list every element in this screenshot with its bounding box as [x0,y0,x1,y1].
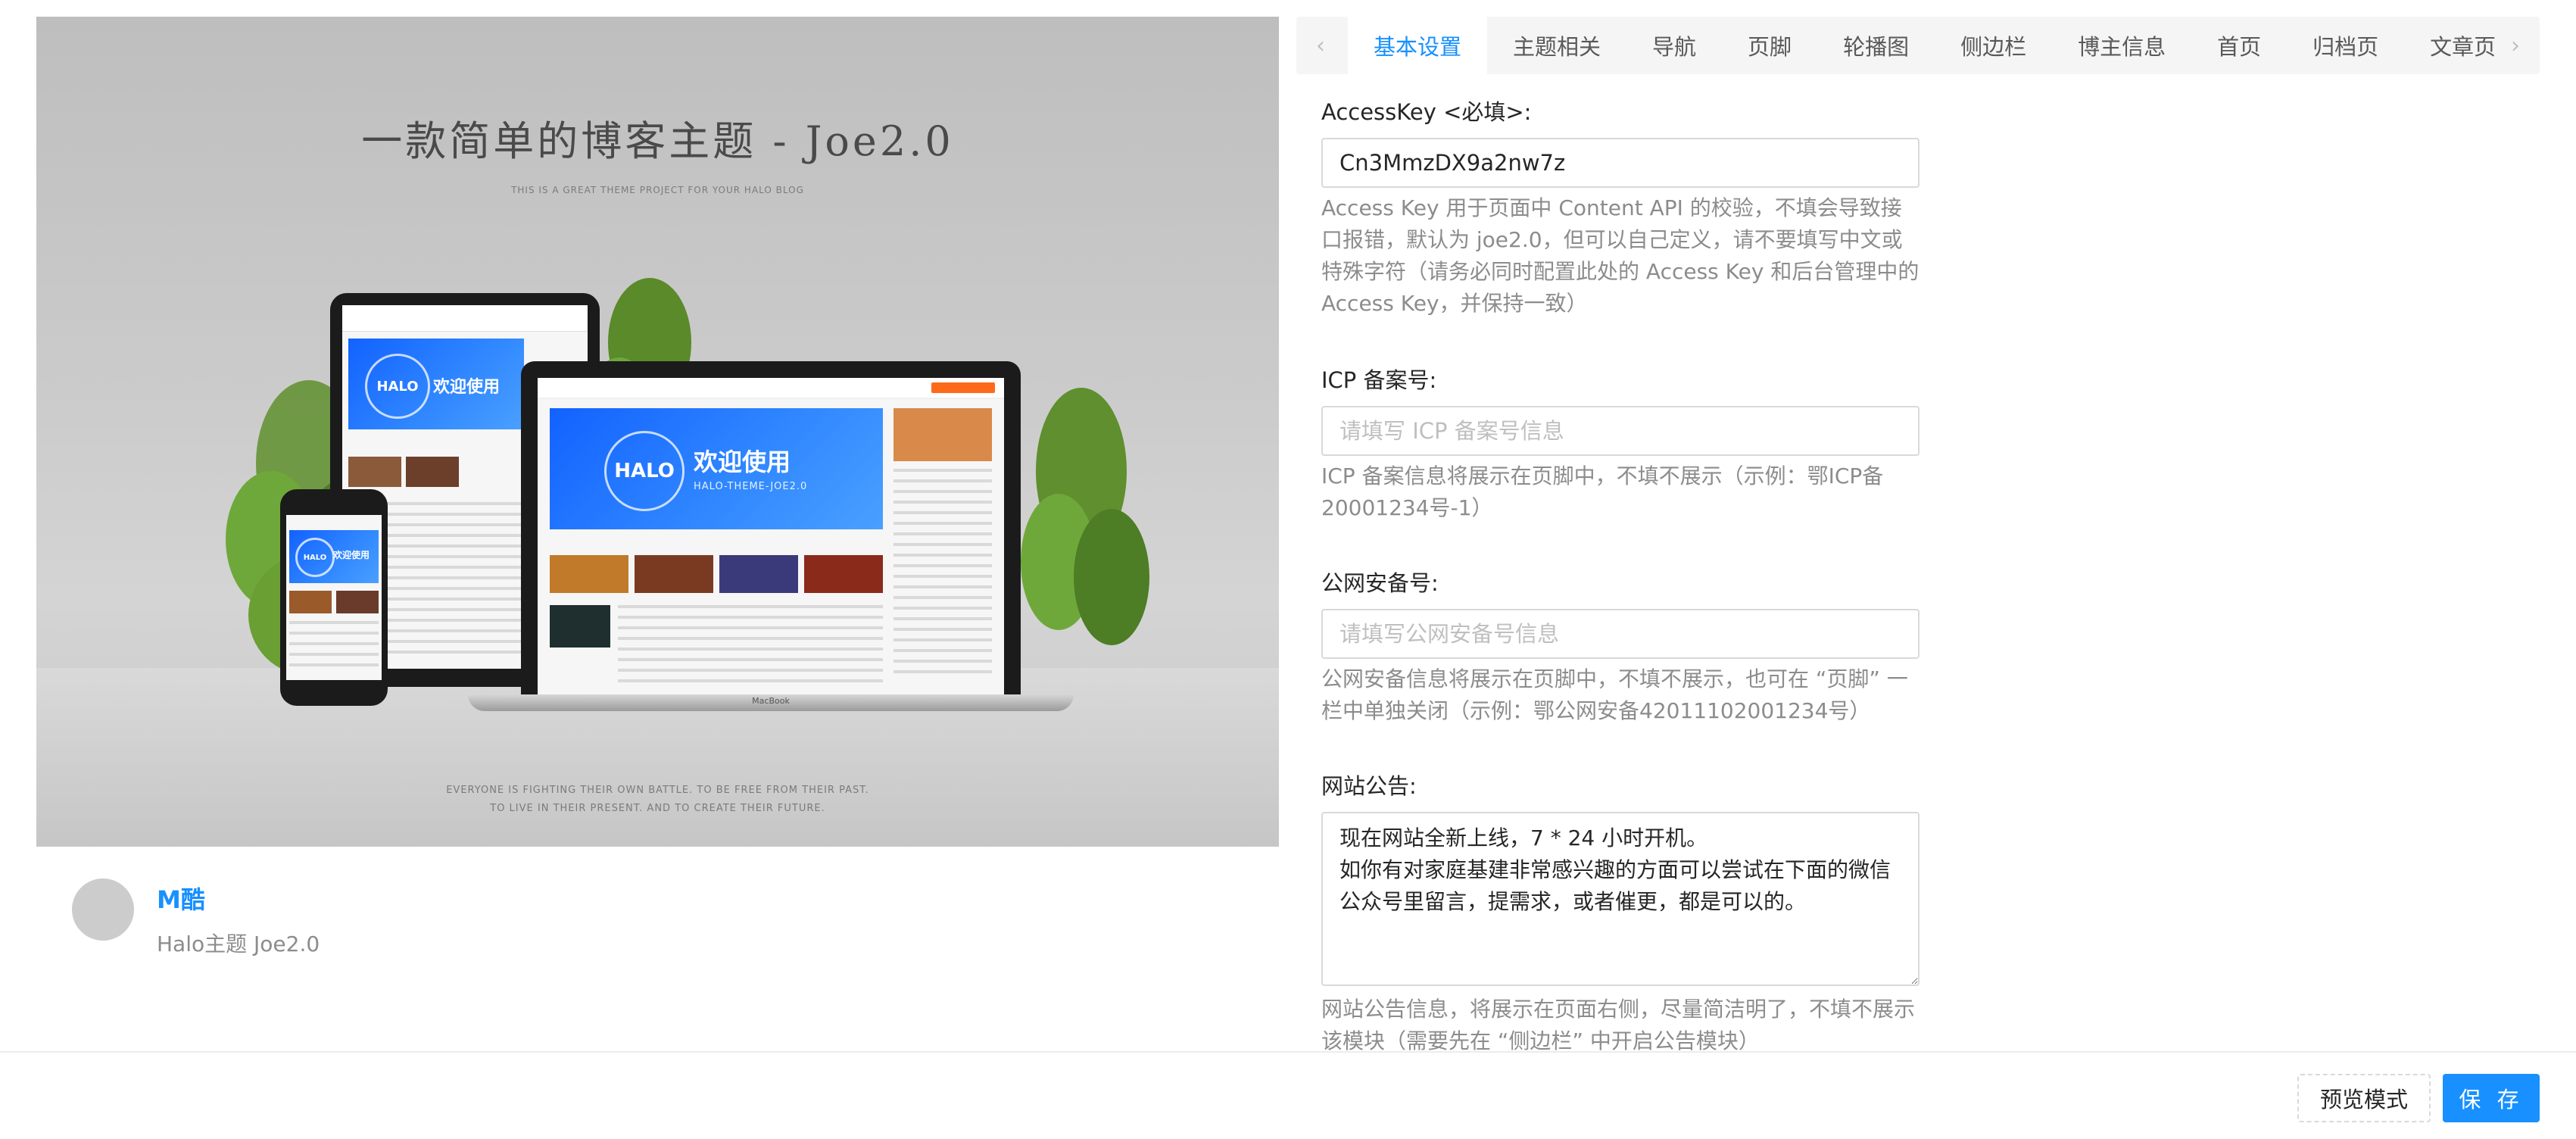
access-key-input[interactable] [1321,138,1920,188]
preview-footline: EVERYONE IS FIGHTING THEIR OWN BATTLE. T… [36,782,1279,818]
laptop-banner-subtitle: HALO-THEME-JOE2.0 [694,481,808,492]
preview-mode-button[interactable]: 预览模式 [2297,1074,2431,1122]
notice-textarea[interactable]: 现在网站全新上线，7 * 24 小时开机。 如你有对家庭基建非常感兴趣的方面可以… [1321,812,1920,986]
action-footer: 预览模式 保 存 [0,1051,2576,1139]
notice-help: 网站公告信息，将展示在页面右侧，尽量简洁明了，不填不展示该模块（需要先在 “侧边… [1321,997,1916,1053]
laptop-banner-title: 欢迎使用 [694,448,791,476]
preview-footline-2: TO LIVE IN THEIR PRESENT. AND TO CREATE … [490,803,825,814]
tabs-next-arrow-icon[interactable]: › [2491,17,2540,74]
preview-footline-1: EVERYONE IS FIGHTING THEIR OWN BATTLE. T… [446,785,869,796]
tab-8[interactable]: 首页 [2191,17,2287,74]
author-avatar [72,878,134,941]
icp-help: ICP 备案信息将展示在页脚中，不填不展示（示例：鄂ICP备20001234号-… [1321,463,1884,520]
access-key-help: Access Key 用于页面中 Content API 的校验，不填会导致接口… [1321,195,1920,316]
laptop-device: HALO 欢迎使用 HALO-THEME-JOE2.0 [521,361,1021,694]
laptop-brand: MacBook [752,696,790,706]
phone-halo-logo: HALO [295,538,335,577]
tab-1[interactable]: 基本设置 [1348,17,1488,74]
phone-banner-title: 欢迎使用 [333,550,370,560]
tablet-banner-title: 欢迎使用 [433,378,501,397]
tab-7[interactable]: 博主信息 [2052,17,2191,74]
theme-description: Halo主题 Joe2.0 [157,931,320,956]
tab-4[interactable]: 页脚 [1722,17,1817,74]
police-label: 公网安备号: [1321,570,1439,596]
access-key-label: AccessKey <必填>: [1321,99,1532,125]
author-name-link[interactable]: M酷 [157,881,205,916]
tabs-prev-arrow-icon[interactable]: ‹ [1296,17,1345,74]
access-key-field: AccessKey <必填>: Access Key 用于页面中 Content… [1321,98,1920,320]
icp-label: ICP 备案号: [1321,367,1437,393]
police-field: 公网安备号: 公网安备信息将展示在页脚中，不填不展示，也可在 “页脚” 一栏中单… [1321,570,1920,727]
police-help: 公网安备信息将展示在页脚中，不填不展示，也可在 “页脚” 一栏中单独关闭（示例：… [1321,666,1908,723]
preview-headline: 一款简单的博客主题 - Joe2.0 [361,117,954,165]
icp-field: ICP 备案号: ICP 备案信息将展示在页脚中，不填不展示（示例：鄂ICP备2… [1321,367,1920,524]
icp-input[interactable] [1321,406,1920,456]
police-input[interactable] [1321,609,1920,659]
tab-list: 基本设置 主题相关 导航 页脚 轮播图 侧边栏 博主信息 首页 归档页 文章页 [1348,17,2521,74]
tab-9[interactable]: 归档页 [2287,17,2404,74]
save-button[interactable]: 保 存 [2443,1074,2540,1122]
phone-device: HALO 欢迎使用 [280,489,388,706]
preview-subline: THIS IS A GREAT THEME PROJECT FOR YOUR H… [511,185,804,195]
tab-5[interactable]: 轮播图 [1817,17,1935,74]
tab-6[interactable]: 侧边栏 [1935,17,2052,74]
tablet-halo-logo: HALO [365,354,430,419]
notice-label: 网站公告: [1321,773,1417,799]
laptop-halo-logo: HALO [604,431,685,511]
theme-preview-image: 一款简单的博客主题 - Joe2.0 THIS IS A GREAT THEME… [36,17,1279,847]
tab-2[interactable]: 主题相关 [1487,17,1626,74]
notice-field: 网站公告: 现在网站全新上线，7 * 24 小时开机。 如你有对家庭基建非常感兴… [1321,772,1920,1057]
settings-tabs: ‹ 基本设置 主题相关 导航 页脚 轮播图 侧边栏 博主信息 首页 归档页 文章页 › [1296,17,2540,74]
tab-3[interactable]: 导航 [1626,17,1722,74]
plant-right [1021,388,1149,645]
